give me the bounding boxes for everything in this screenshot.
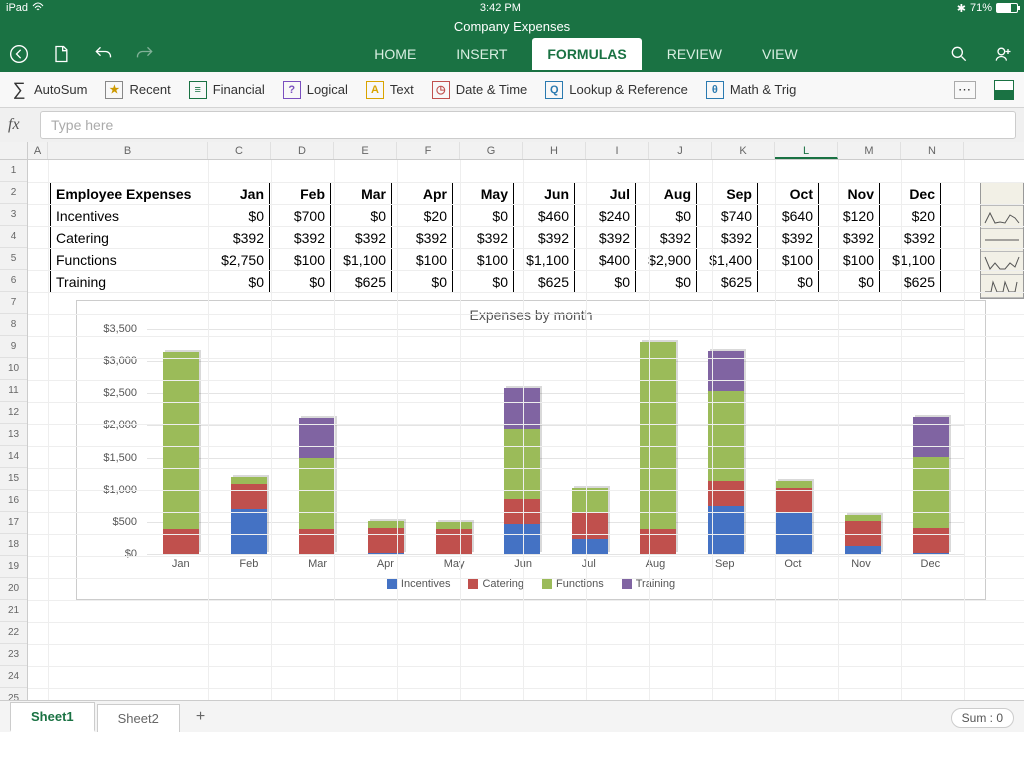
add-sheet-button[interactable]: + [182, 702, 219, 732]
formulas-ribbon: ∑AutoSum ★Recent ≡Financial ?Logical ATe… [0, 72, 1024, 108]
datetime-button[interactable]: ◷Date & Time [432, 81, 528, 99]
col-header-J[interactable]: J [649, 142, 712, 159]
bluetooth-icon: ✱ [957, 2, 966, 15]
col-header-D[interactable]: D [271, 142, 334, 159]
col-header-M[interactable]: M [838, 142, 901, 159]
row-header-24[interactable]: 24 [0, 666, 27, 688]
app-header: Company Expenses HOME INSERT FORMULAS REVIE… [0, 16, 1024, 72]
share-button[interactable] [992, 43, 1014, 65]
spreadsheet-grid[interactable]: ABCDEFGHIJKLMN 1234567891011121314151617… [0, 142, 1024, 732]
recent-button[interactable]: ★Recent [105, 81, 170, 99]
select-all-corner[interactable] [0, 142, 28, 159]
row-header-15[interactable]: 15 [0, 468, 27, 490]
row-header-22[interactable]: 22 [0, 622, 27, 644]
col-header-G[interactable]: G [460, 142, 523, 159]
lookup-button[interactable]: QLookup & Reference [545, 81, 688, 99]
col-header-B[interactable]: B [48, 142, 208, 159]
status-sum: Sum : 0 [951, 708, 1014, 728]
row-header-19[interactable]: 19 [0, 556, 27, 578]
row-header-17[interactable]: 17 [0, 512, 27, 534]
battery-pct: 71% [970, 2, 992, 14]
row-header-6[interactable]: 6 [0, 270, 27, 292]
col-header-K[interactable]: K [712, 142, 775, 159]
logical-button[interactable]: ?Logical [283, 81, 348, 99]
wifi-icon [32, 2, 44, 15]
row-header-13[interactable]: 13 [0, 424, 27, 446]
financial-button[interactable]: ≡Financial [189, 81, 265, 99]
expenses-chart[interactable]: Expenses by month $0$500$1,000$1,500$2,0… [76, 300, 986, 600]
col-header-C[interactable]: C [208, 142, 271, 159]
undo-button[interactable] [92, 43, 114, 65]
ribbon-tabs: HOME INSERT FORMULAS REVIEW VIEW [156, 38, 1016, 70]
fx-icon[interactable]: fx [8, 116, 32, 134]
battery-icon [996, 3, 1018, 13]
tab-formulas[interactable]: FORMULAS [532, 38, 641, 70]
tab-insert[interactable]: INSERT [441, 38, 522, 70]
sheet-tabs: Sheet1Sheet2+ Sum : 0 [0, 700, 1024, 732]
formula-input[interactable] [40, 111, 1016, 139]
sheet-tab-sheet2[interactable]: Sheet2 [97, 704, 180, 732]
row-header-10[interactable]: 10 [0, 358, 27, 380]
tab-view[interactable]: VIEW [747, 38, 813, 70]
col-header-I[interactable]: I [586, 142, 649, 159]
chart-title: Expenses by month [77, 301, 985, 325]
search-button[interactable] [948, 43, 970, 65]
math-button[interactable]: θMath & Trig [706, 81, 796, 99]
row-header-16[interactable]: 16 [0, 490, 27, 512]
row-header-18[interactable]: 18 [0, 534, 27, 556]
calculator-button[interactable] [994, 80, 1014, 100]
row-header-2[interactable]: 2 [0, 182, 27, 204]
formula-bar: fx [0, 108, 1024, 142]
row-header-20[interactable]: 20 [0, 578, 27, 600]
row-header-5[interactable]: 5 [0, 248, 27, 270]
text-button[interactable]: AText [366, 81, 414, 99]
ios-status-bar: iPad 3:42 PM ✱ 71% [0, 0, 1024, 16]
row-header-12[interactable]: 12 [0, 402, 27, 424]
col-header-H[interactable]: H [523, 142, 586, 159]
sparkline-functions [981, 252, 1023, 275]
sparklines-column [980, 182, 1024, 299]
sheet-tab-sheet1[interactable]: Sheet1 [10, 702, 95, 732]
row-header-23[interactable]: 23 [0, 644, 27, 666]
expenses-table[interactable]: Employee ExpensesJanFebMarAprMayJunJulAu… [50, 182, 941, 293]
sparkline-training [981, 275, 1023, 298]
document-title: Company Expenses [454, 19, 570, 34]
redo-button[interactable] [134, 43, 156, 65]
tab-review[interactable]: REVIEW [652, 38, 737, 70]
more-functions-button[interactable]: ⋯ [954, 81, 976, 99]
row-header-11[interactable]: 11 [0, 380, 27, 402]
row-header-4[interactable]: 4 [0, 226, 27, 248]
col-header-L[interactable]: L [775, 142, 838, 159]
row-header-8[interactable]: 8 [0, 314, 27, 336]
file-button[interactable] [50, 43, 72, 65]
row-header-1[interactable]: 1 [0, 160, 27, 182]
autosum-button[interactable]: ∑AutoSum [10, 81, 87, 99]
row-header-3[interactable]: 3 [0, 204, 27, 226]
col-header-E[interactable]: E [334, 142, 397, 159]
device-label: iPad [6, 2, 28, 14]
back-button[interactable] [8, 43, 30, 65]
row-header-14[interactable]: 14 [0, 446, 27, 468]
col-header-F[interactable]: F [397, 142, 460, 159]
col-header-A[interactable]: A [28, 142, 48, 159]
tab-home[interactable]: HOME [359, 38, 431, 70]
row-header-7[interactable]: 7 [0, 292, 27, 314]
clock: 3:42 PM [480, 2, 521, 14]
col-header-N[interactable]: N [901, 142, 964, 159]
row-header-21[interactable]: 21 [0, 600, 27, 622]
row-header-9[interactable]: 9 [0, 336, 27, 358]
